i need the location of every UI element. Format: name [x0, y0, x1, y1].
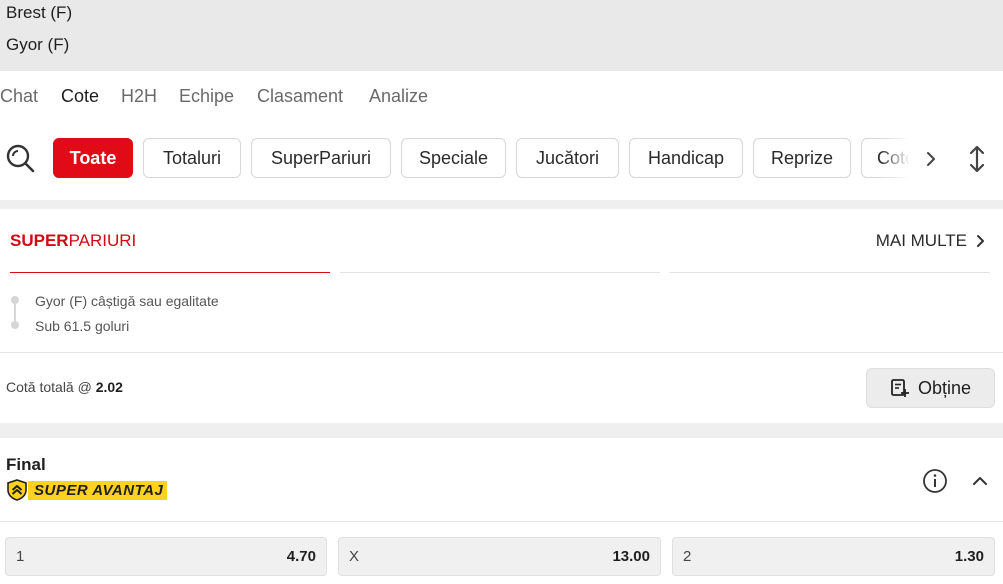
chevron-up-icon[interactable] [968, 468, 992, 494]
chips-fade [880, 138, 910, 178]
carousel-indicator[interactable] [340, 272, 660, 273]
betslip-add-icon [891, 379, 909, 397]
tab-clasament[interactable]: Clasament [257, 86, 343, 107]
carousel-indicator-active[interactable] [10, 272, 330, 273]
filter-toate[interactable]: Toate [53, 138, 133, 178]
filter-superpariuri[interactable]: SuperPariuri [251, 138, 391, 178]
odds-label: 2 [683, 548, 692, 565]
odds-value: 13.00 [612, 548, 650, 565]
search-icon[interactable] [4, 142, 38, 176]
market-filters: Toate Totaluri SuperPariuri Speciale Juc… [0, 122, 1003, 200]
superpariuri-logo: SUPERPARIURI [10, 231, 136, 251]
chevron-right-icon [977, 235, 984, 247]
final-market: Final SUPER AVANTAJ 1 4.70 X 13.00 2 1.3… [0, 438, 1003, 584]
odds-label: X [349, 548, 360, 565]
selection-dot [11, 321, 19, 329]
section-gap [0, 200, 1003, 209]
filter-speciale[interactable]: Speciale [401, 138, 506, 178]
filter-totaluri[interactable]: Totaluri [143, 138, 241, 178]
info-icon[interactable] [922, 468, 948, 494]
more-button[interactable]: MAI MULTE [876, 231, 985, 251]
badge-label: SUPER AVANTAJ [28, 480, 168, 500]
odds-value: 1.30 [954, 548, 984, 565]
section-gap [0, 423, 1003, 438]
get-button-label: Obține [917, 377, 972, 398]
shield-chevron-icon [7, 479, 27, 501]
selection-item: Sub 61.5 goluri [35, 318, 130, 334]
superpariuri-logo-rest: PARIURI [68, 231, 137, 250]
odds-button-1[interactable]: 1 4.70 [5, 537, 327, 576]
odds-value: 4.70 [286, 548, 316, 565]
odds-button-2[interactable]: 2 1.30 [672, 537, 995, 576]
match-header: Brest (F) Gyor (F) [0, 0, 1003, 71]
market-title: Final [6, 455, 46, 474]
total-odds-value: 2.02 [95, 379, 123, 395]
get-button[interactable]: Obține [866, 368, 995, 408]
superpariuri-card: SUPERPARIURI MAI MULTE Gyor (F) câștigă … [0, 209, 1003, 423]
expand-vertical-icon[interactable] [962, 142, 992, 176]
tab-analize[interactable]: Analize [369, 86, 428, 107]
filter-jucatori[interactable]: Jucători [516, 138, 619, 178]
tab-chat[interactable]: Chat [0, 86, 38, 107]
total-odds: Cotă totală @ 2.02 [6, 379, 123, 395]
selection-item: Gyor (F) câștigă sau egalitate [35, 293, 219, 309]
divider [0, 521, 1003, 522]
match-tabs: Chat Cote H2H Echipe Clasament Analize [0, 80, 1003, 120]
divider [0, 352, 1003, 353]
selection-connector [14, 300, 16, 322]
tab-echipe[interactable]: Echipe [179, 86, 234, 107]
tab-cote[interactable]: Cote [61, 86, 99, 107]
filter-handicap[interactable]: Handicap [629, 138, 743, 178]
odds-button-x[interactable]: X 13.00 [338, 537, 661, 576]
super-avantaj-badge: SUPER AVANTAJ [6, 479, 168, 501]
chevron-right-icon[interactable] [918, 146, 944, 172]
away-team-name: Gyor (F) [6, 35, 70, 54]
tab-h2h[interactable]: H2H [121, 86, 157, 107]
total-odds-label: Cotă totală @ [6, 379, 92, 395]
more-label: MAI MULTE [875, 231, 967, 250]
superpariuri-logo-bold: SUPER [10, 231, 69, 250]
odds-label: 1 [16, 548, 25, 565]
home-team-name: Brest (F) [6, 3, 73, 22]
filter-reprize[interactable]: Reprize [753, 138, 851, 178]
carousel-indicator[interactable] [670, 272, 990, 273]
